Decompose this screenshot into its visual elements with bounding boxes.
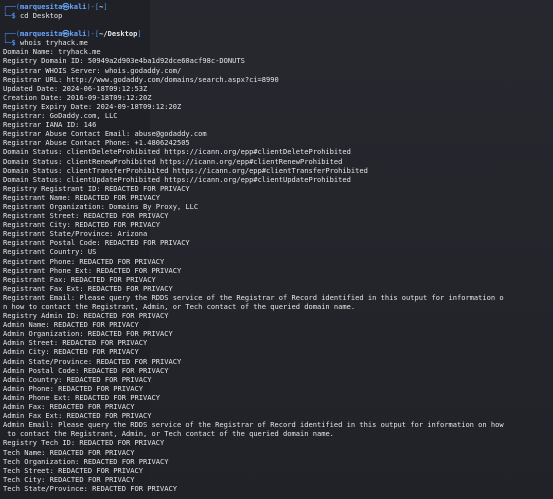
prompt-dollar: └─$: [3, 11, 20, 21]
output-line: Registry Expiry Date: 2024-09-18T09:12:2…: [3, 101, 182, 111]
prompt-header: ┌──(marquesita㉿kali)-[~/Desktop]: [3, 29, 550, 38]
prompt-path: ~/Desktop: [99, 29, 138, 39]
output-line: Admin Phone: REDACTED FOR PRIVACY: [3, 383, 144, 393]
output-line: Registrant Email: Please query the RDDS …: [3, 292, 504, 302]
output-line: Admin Street: REDACTED FOR PRIVACY: [3, 338, 148, 348]
command-output: Domain Name: tryhack.me Registry Domain …: [3, 47, 550, 493]
output-line: Registrant Fax Ext: REDACTED FOR PRIVACY: [3, 283, 173, 293]
prompt-corner-top: ┌──(: [3, 2, 20, 11]
output-line: Registrar IANA ID: 146: [3, 120, 97, 130]
output-line: Tech State/Province: REDACTED FOR PRIVAC…: [3, 483, 177, 493]
prompt-corner-top: ┌──(: [3, 29, 20, 39]
output-line: Domain Status: clientDeleteProhibited ht…: [3, 147, 351, 157]
output-line: Admin Postal Code: REDACTED FOR PRIVACY: [3, 365, 169, 375]
output-line: Registrant Country: US: [3, 247, 97, 257]
output-line: Registry Admin ID: REDACTED FOR PRIVACY: [3, 311, 169, 321]
output-line: Registry Domain ID: 50949a2d903e4ba1d92d…: [3, 56, 245, 66]
output-line: Registrar Abuse Contact Phone: +1.480624…: [3, 138, 190, 148]
output-line: Admin Email: Please query the RDDS servi…: [3, 420, 504, 430]
prompt-bracket-close: ]: [137, 29, 142, 39]
output-line: Registrant Postal Code: REDACTED FOR PRI…: [3, 238, 190, 248]
prompt-header: ┌──(marquesita㉿kali)-[~]: [3, 2, 550, 11]
prompt-separator: )-[: [86, 29, 100, 39]
prompt-command: whois tryhack.me: [19, 38, 88, 48]
output-line: Registrant City: REDACTED FOR PRIVACY: [3, 220, 160, 230]
prompt-command-line: └─$ cd Desktop: [3, 11, 550, 20]
output-line: Domain Status: clientRenewProhibited htt…: [3, 156, 343, 166]
output-line: Registrant Name: REDACTED FOR PRIVACY: [3, 192, 160, 202]
output-line: Admin State/Province: REDACTED FOR PRIVA…: [3, 356, 182, 366]
terminal-window[interactable]: ┌──(marquesita㉿kali)-[~] └─$ cd Desktop …: [0, 0, 553, 499]
prompt-command-line: └─$ whois tryhack.me: [3, 38, 550, 47]
output-line: n how to contact the Registrant, Admin, …: [3, 302, 356, 311]
output-line: Registrar WHOIS Server: whois.godaddy.co…: [3, 65, 182, 75]
output-line: Registrant Fax: REDACTED FOR PRIVACY: [3, 274, 156, 284]
output-line: Registrar: GoDaddy.com, LLC: [3, 111, 118, 121]
output-line: Admin Organization: REDACTED FOR PRIVACY: [3, 329, 173, 339]
output-line: Registrant Phone: REDACTED FOR PRIVACY: [3, 256, 165, 266]
output-line: Domain Status: clientUpdateProhibited ht…: [3, 174, 351, 184]
output-line: Admin Fax Ext: REDACTED FOR PRIVACY: [3, 411, 152, 421]
output-line: Registrar URL: http://www.godaddy.com/do…: [3, 74, 279, 84]
output-line: Registrant Street: REDACTED FOR PRIVACY: [3, 211, 169, 221]
output-line: Tech City: REDACTED FOR PRIVACY: [3, 474, 135, 484]
prompt-dollar: └─$: [3, 38, 20, 48]
output-line: to contact the Registrant, Admin, or Tec…: [3, 429, 334, 439]
prompt-bracket-close: ]: [103, 2, 108, 11]
output-line: Admin Country: REDACTED FOR PRIVACY: [3, 374, 152, 384]
output-line: Registrant State/Province: Arizona: [3, 229, 148, 239]
output-line: Updated Date: 2024-06-18T09:12:53Z: [3, 83, 148, 93]
output-line: Tech Name: REDACTED FOR PRIVACY: [3, 447, 135, 457]
output-line: Admin City: REDACTED FOR PRIVACY: [3, 347, 139, 357]
prompt-user-host: marquesita㉿kali: [19, 2, 87, 11]
output-line: Registrar Abuse Contact Email: abuse@god…: [3, 129, 207, 139]
output-line: Tech Organization: REDACTED FOR PRIVACY: [3, 456, 169, 466]
output-line: Domain Name: tryhack.me: [3, 47, 101, 57]
output-line: Domain Status: clientTransferProhibited …: [3, 165, 368, 175]
output-line: Registry Tech ID: REDACTED FOR PRIVACY: [3, 438, 165, 448]
output-line: Admin Fax: REDACTED FOR PRIVACY: [3, 402, 135, 412]
prompt-command: cd Desktop: [19, 11, 63, 21]
output-line: Registrant Phone Ext: REDACTED FOR PRIVA…: [3, 265, 182, 275]
prompt-separator: )-[: [86, 2, 100, 11]
output-line: Admin Phone Ext: REDACTED FOR PRIVACY: [3, 392, 160, 402]
output-line: Tech Street: REDACTED FOR PRIVACY: [3, 465, 144, 475]
prompt-user-host: marquesita㉿kali: [19, 29, 87, 39]
output-line: Registrant Organization: Domains By Prox…: [3, 201, 199, 211]
terminal-scrollback: ┌──(marquesita㉿kali)-[~] └─$ cd Desktop …: [0, 0, 550, 493]
output-line: Registry Registrant ID: REDACTED FOR PRI…: [3, 183, 190, 193]
output-line: Creation Date: 2016-09-18T09:12:20Z: [3, 92, 152, 102]
output-line: Admin Name: REDACTED FOR PRIVACY: [3, 320, 139, 330]
